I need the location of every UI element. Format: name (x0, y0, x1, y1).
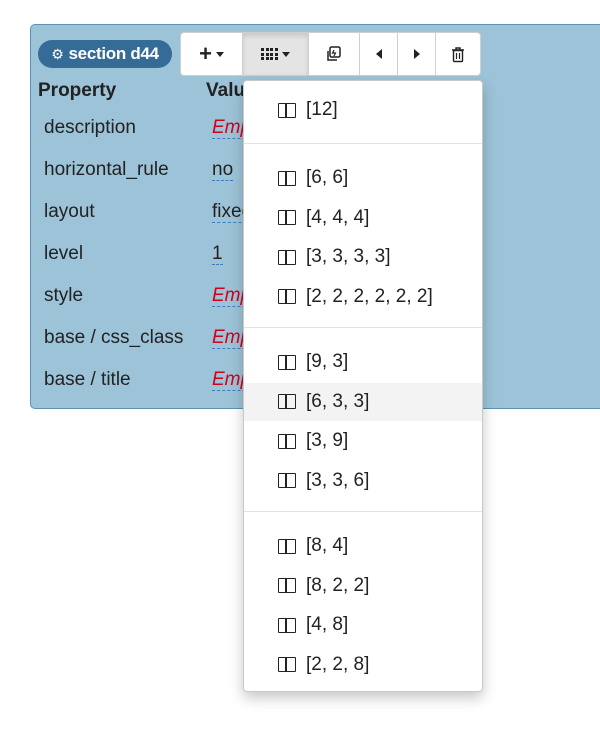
columns-icon (278, 578, 296, 593)
menu-divider (244, 327, 482, 328)
property-header: Property (38, 80, 117, 101)
menu-item-layout[interactable]: [3, 3, 6] (244, 462, 482, 500)
property-key: style (44, 285, 84, 306)
section-label: section d44 (68, 44, 160, 63)
menu-item-layout[interactable]: [8, 2, 2] (244, 567, 482, 605)
property-value-text[interactable]: no (212, 159, 234, 181)
property-value-text[interactable]: Empty (212, 369, 246, 391)
columns-icon (278, 394, 296, 409)
columns-icon (278, 249, 296, 265)
menu-item-label: [2, 2, 2, 2, 2, 2] (306, 285, 433, 307)
columns-icon (278, 538, 296, 554)
menu-item-layout[interactable]: [3, 3, 3, 3] (244, 238, 482, 276)
menu-item-layout[interactable]: [8, 4] (244, 527, 482, 565)
menu-item-label: [6, 3, 3] (306, 390, 370, 412)
copy-button[interactable] (309, 33, 360, 75)
menu-item-label: [12] (306, 99, 338, 120)
property-value[interactable]: Empty (212, 117, 246, 139)
property-value-text[interactable]: Empty (212, 285, 246, 307)
layout-dropdown-menu: [12] [6, 6] [4, 4, 4] [3, 3, 3, 3] [2, 2, 2,… (243, 80, 483, 692)
property-key: layout (44, 201, 95, 222)
menu-item-label: [2, 2, 8] (306, 653, 370, 675)
columns-icon (278, 433, 296, 449)
plus-icon: + (199, 41, 212, 66)
next-button[interactable] (398, 33, 436, 75)
menu-item-label: [4, 8] (306, 614, 349, 635)
grid-icon (261, 48, 278, 60)
columns-icon (278, 102, 296, 118)
property-value-text[interactable]: Empty (212, 117, 246, 139)
chevron-down-icon (215, 51, 224, 57)
menu-divider (244, 143, 482, 144)
menu-item-layout[interactable]: [9, 3] (244, 343, 482, 381)
menu-item-label: [6, 6] (306, 167, 349, 188)
property-key: base / title (44, 369, 131, 390)
toolbar: + (180, 32, 481, 76)
menu-item-label: [3, 3, 3, 3] (306, 246, 391, 267)
columns-icon (278, 657, 296, 672)
menu-item-layout[interactable]: [4, 4, 4] (244, 199, 482, 237)
columns-icon (278, 354, 296, 370)
menu-item-layout[interactable]: [3, 9] (244, 422, 482, 460)
menu-item-label: [3, 9] (306, 430, 349, 451)
add-button[interactable]: + (181, 33, 243, 75)
property-value[interactable]: Empty (212, 327, 246, 349)
property-value-text[interactable]: Empty (212, 327, 246, 349)
menu-item-layout[interactable]: [6, 3, 3] (244, 382, 482, 421)
property-key: level (44, 243, 84, 264)
property-key: base / css_class (44, 327, 184, 348)
menu-item-layout[interactable]: [2, 2, 8] (244, 646, 482, 684)
columns-icon (278, 617, 296, 633)
menu-item-layout[interactable]: [4, 8] (244, 606, 482, 644)
delete-button[interactable] (436, 33, 480, 75)
prev-button[interactable] (360, 33, 398, 75)
menu-item-layout[interactable]: [2, 2, 2, 2, 2, 2] (244, 278, 482, 316)
property-value[interactable]: Empty (212, 369, 246, 391)
caret-right-icon (413, 49, 420, 59)
property-value[interactable]: no (212, 159, 246, 181)
columns-icon (278, 289, 296, 304)
section-badge[interactable]: ⚙ section d44 (38, 40, 172, 68)
menu-item-layout[interactable]: [12] (244, 91, 482, 129)
layout-button[interactable] (243, 33, 309, 75)
menu-item-label: [4, 4, 4] (306, 206, 370, 228)
value-header: Value (206, 80, 244, 101)
property-value[interactable]: fixed (212, 201, 246, 223)
chevron-down-icon (281, 51, 290, 57)
property-key: horizontal_rule (44, 159, 169, 180)
menu-item-label: [9, 3] (306, 351, 349, 372)
menu-item-layout[interactable]: [6, 6] (244, 159, 482, 197)
trash-icon (452, 46, 464, 62)
caret-left-icon (375, 49, 382, 59)
gear-icon: ⚙ (51, 45, 64, 62)
property-key: description (44, 117, 136, 138)
menu-item-label: [8, 4] (306, 535, 349, 556)
menu-item-label: [8, 2, 2] (306, 574, 370, 596)
property-value-text[interactable]: 1 (212, 243, 223, 265)
menu-item-label: [3, 3, 6] (306, 469, 370, 491)
copy-icon (327, 46, 341, 61)
columns-icon (278, 210, 296, 225)
columns-icon (278, 170, 296, 186)
menu-divider (244, 511, 482, 512)
property-value[interactable]: 1 (212, 243, 246, 265)
columns-icon (278, 473, 296, 488)
property-value-text[interactable]: fixed (212, 201, 246, 223)
property-value[interactable]: Empty (212, 285, 246, 307)
